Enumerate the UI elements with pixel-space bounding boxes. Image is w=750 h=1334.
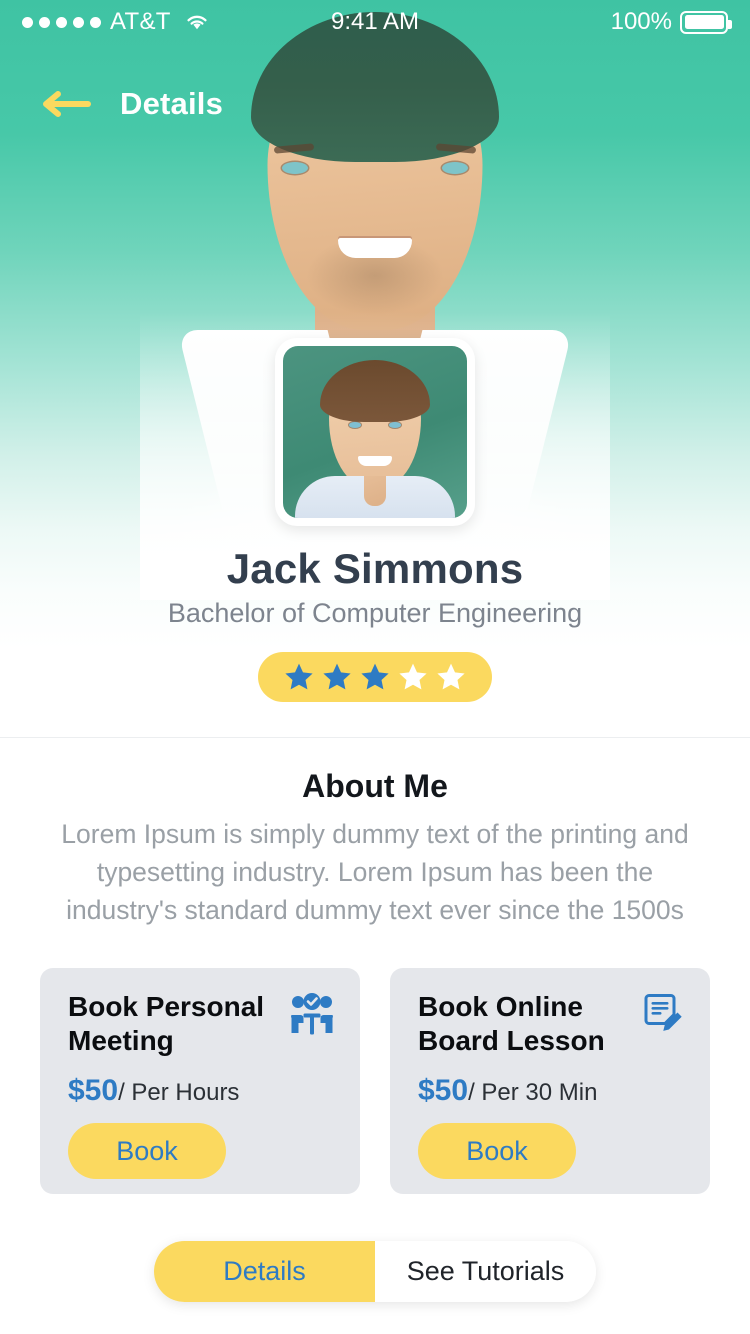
profile-name: Jack Simmons	[226, 545, 524, 592]
star-filled-icon	[284, 662, 314, 692]
card-price-unit: / Per 30 Min	[468, 1079, 598, 1106]
tab-details[interactable]: Details	[154, 1241, 375, 1302]
details-screen: AT&T 9:41 AM 100% Details Jack Simmons B…	[0, 0, 750, 1334]
bottom-tab-switch: Details See Tutorials	[154, 1241, 596, 1302]
battery-full-icon	[680, 10, 732, 34]
card-price-row: $50/ Per 30 Min	[418, 1074, 684, 1108]
profile-subtitle: Bachelor of Computer Engineering	[167, 598, 583, 628]
tab-see-tutorials[interactable]: See Tutorials	[375, 1241, 596, 1302]
status-bar-time: 9:41 AM	[330, 8, 420, 35]
document-edit-icon	[640, 993, 684, 1035]
about-section-title: About Me	[302, 768, 448, 804]
navigation-bar: Details	[0, 78, 750, 130]
star-empty-icon	[436, 662, 466, 692]
avatar-image	[283, 346, 467, 518]
star-filled-icon	[360, 662, 390, 692]
status-bar: AT&T 9:41 AM 100%	[0, 0, 750, 44]
card-price-unit: / Per Hours	[118, 1079, 240, 1106]
about-section-body: Lorem Ipsum is simply dummy text of the …	[61, 819, 689, 925]
profile-avatar	[275, 338, 475, 526]
rating-badge	[258, 652, 492, 702]
star-filled-icon	[322, 662, 352, 692]
card-price-amount: $50	[418, 1074, 469, 1107]
star-empty-icon	[398, 662, 428, 692]
page-title: Details	[120, 86, 224, 121]
booking-card-personal-meeting[interactable]: Book Personal Meeting $50/ Per Hours Boo…	[40, 968, 360, 1194]
card-price-amount: $50	[68, 1074, 119, 1107]
book-button[interactable]: Book	[418, 1123, 576, 1179]
card-title: Book Personal Meeting	[68, 991, 265, 1056]
booking-cards: Book Personal Meeting $50/ Per Hours Boo…	[40, 968, 710, 1194]
section-divider	[0, 737, 750, 738]
booking-card-online-board-lesson[interactable]: Book Online Board Lesson $50/ Per 30 Min…	[390, 968, 710, 1194]
group-meeting-icon	[290, 993, 334, 1035]
back-arrow-icon[interactable]	[40, 89, 92, 119]
card-price-row: $50/ Per Hours	[68, 1074, 334, 1108]
book-button[interactable]: Book	[68, 1123, 226, 1179]
card-title: Book Online Board Lesson	[418, 991, 605, 1056]
